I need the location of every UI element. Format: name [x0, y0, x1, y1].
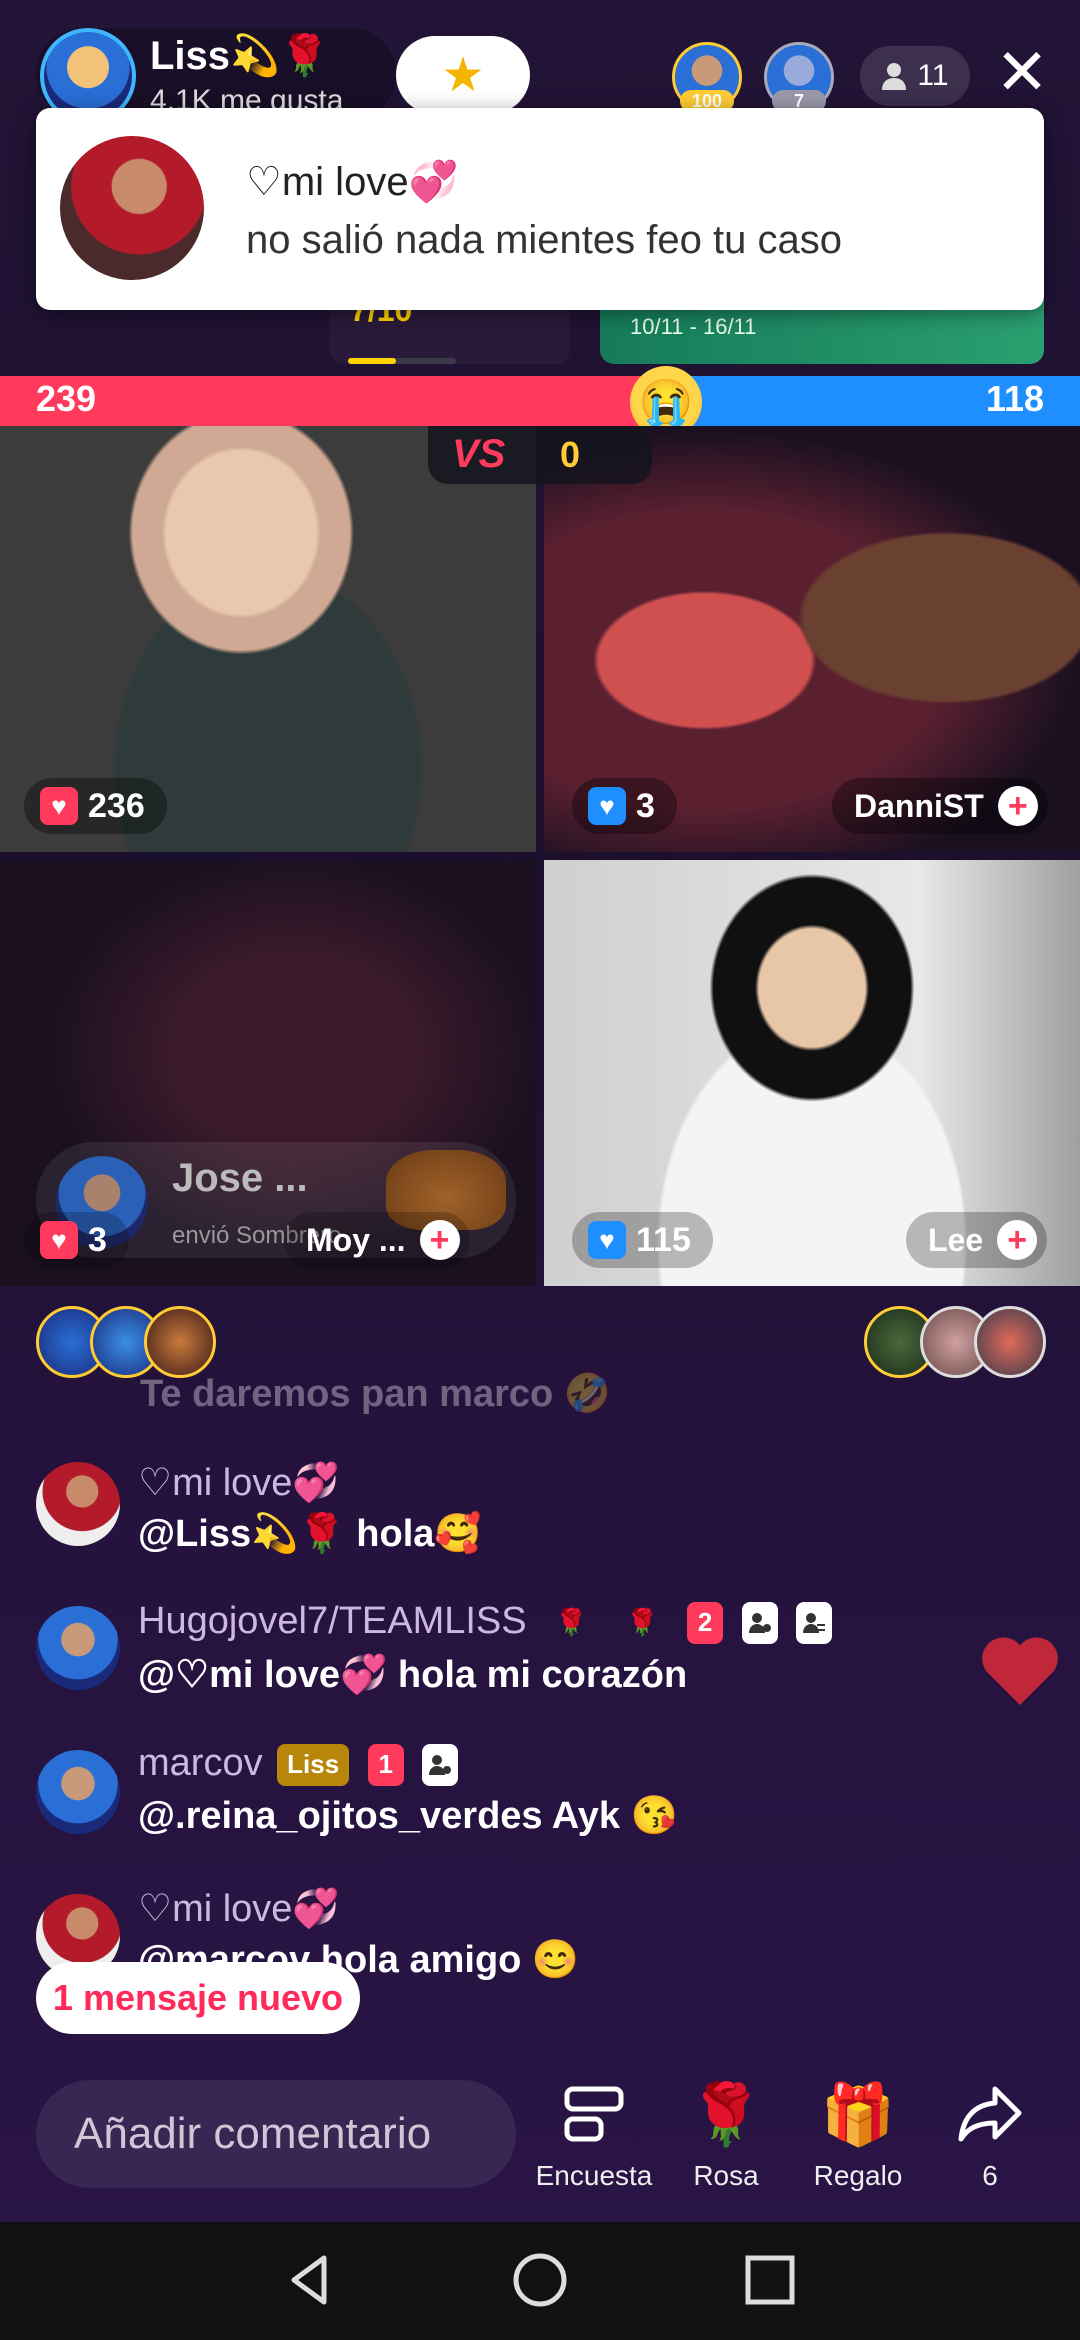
chat-username-row: marcov Liss 1 [138, 1742, 459, 1786]
chat-username-row: Hugojovel7/TEAMLISS 🌹 🌹 2 [138, 1600, 833, 1644]
team-avatar-6[interactable] [974, 1306, 1046, 1378]
friend-icon [796, 1601, 833, 1644]
new-messages-button[interactable]: 1 mensaje nuevo [36, 1962, 360, 2034]
person-icon [882, 63, 907, 90]
comment-input[interactable]: Añadir comentario [36, 2080, 516, 2188]
tile-4-name-chip[interactable]: Lee + [906, 1212, 1048, 1268]
follow-plus-icon[interactable]: + [997, 786, 1038, 826]
system-navigation-bar [0, 2222, 1080, 2340]
back-icon[interactable] [280, 2250, 340, 2310]
rank-badge: 1 [367, 1743, 404, 1786]
poll-icon [534, 2078, 654, 2150]
follow-plus-icon[interactable]: + [997, 1220, 1038, 1260]
rose-badge: 🌹 [555, 1607, 588, 1638]
notification-avatar [60, 136, 204, 280]
rose-icon: 🌹 [688, 2080, 764, 2148]
poll-button[interactable]: Encuesta [534, 2078, 654, 2192]
chat-avatar[interactable] [36, 1462, 120, 1546]
chat-faded-message: Te daremos pan marco 🤣 [140, 1373, 612, 1415]
battle-score-left: 239 [36, 378, 97, 419]
host-name[interactable]: Liss💫🌹 [150, 32, 330, 79]
message-notification[interactable]: ♡mi love💞 no salió nada mientes feo tu c… [36, 108, 1044, 310]
fan-club-badge: Liss [277, 1743, 350, 1786]
chat-username[interactable]: ♡mi love💞 [138, 1886, 340, 1931]
follow-plus-icon[interactable]: + [419, 1220, 460, 1260]
gift-box-icon: ♥ [40, 1221, 78, 1259]
moderator-icon [422, 1743, 459, 1786]
live-stream-screen: { "header": { "host_name": "Liss💫🌹", "ho… [0, 0, 1080, 2340]
close-icon[interactable]: ✕ [990, 40, 1054, 104]
notification-text: no salió nada mientes feo tu caso [246, 218, 842, 262]
gift-label: Regalo [813, 2160, 903, 2191]
rank-badge: 2 [687, 1601, 724, 1644]
widget-page-indicator-active [348, 358, 396, 364]
recents-icon[interactable] [740, 2250, 800, 2310]
notification-user: ♡mi love💞 [246, 160, 459, 204]
gift-sender-name: Jose ... [172, 1156, 308, 1200]
tile-1-gift-count: 236 [88, 786, 145, 825]
tile-2-gift-chip[interactable]: ♥ 3 [572, 778, 677, 834]
gift-box-icon: ♥ [40, 787, 78, 825]
tile-2-name-chip[interactable]: DanniST + [832, 778, 1048, 834]
vs-count: 0 [560, 434, 581, 475]
tile-4-name: Lee [928, 1221, 984, 1258]
vs-label: VS [452, 432, 506, 476]
poll-label: Encuesta [535, 2160, 653, 2191]
viewer-count: 11 [917, 59, 949, 92]
share-arrow-icon [930, 2078, 1050, 2150]
gift-box-icon: ♥ [588, 1221, 626, 1259]
home-icon[interactable] [510, 2250, 570, 2310]
battle-score-right: 118 [986, 378, 1045, 419]
battle-bar-left [0, 376, 690, 426]
chat-text: @♡mi love💞 hola mi corazón [138, 1654, 688, 1696]
tile-3-gift-count: 3 [88, 1220, 107, 1259]
moderator-icon [741, 1601, 778, 1644]
chat-username[interactable]: ♡mi love💞 [138, 1460, 340, 1505]
rose-badge: 🌹 [626, 1607, 659, 1638]
viewer-count-button[interactable]: 11 [860, 46, 970, 106]
tile-2-name: DanniST [854, 787, 984, 824]
chat-avatar[interactable] [36, 1750, 120, 1834]
tile-3-name-chip[interactable]: Moy ... + [284, 1212, 470, 1268]
tile-2-gift-count: 3 [636, 786, 655, 825]
rose-label: Rosa [693, 2160, 759, 2191]
star-icon: ★ [441, 49, 485, 102]
chat-username[interactable]: marcov [138, 1742, 263, 1784]
share-button[interactable]: 6 [930, 2078, 1050, 2192]
chat-text: @Liss💫🌹 hola🥰 [138, 1513, 482, 1555]
tile-4-gift-chip[interactable]: ♥ 115 [572, 1212, 713, 1268]
heart-icon [982, 1637, 1058, 1705]
gift-box-icon: ♥ [588, 787, 626, 825]
tile-4-gift-count: 115 [636, 1220, 691, 1259]
promo-banner-date: 10/11 - 16/11 [630, 314, 757, 339]
favorite-star-button[interactable]: ★ [396, 36, 530, 114]
gift-icon: 🎁 [820, 2080, 896, 2148]
team-avatar-3[interactable] [144, 1306, 216, 1378]
chat-avatar[interactable] [36, 1606, 120, 1690]
tile-3-gift-chip[interactable]: ♥ 3 [24, 1212, 129, 1268]
tile-3-name: Moy ... [306, 1221, 406, 1258]
chat-username[interactable]: Hugojovel7/TEAMLISS [138, 1600, 527, 1642]
tile-1-gift-chip[interactable]: ♥ 236 [24, 778, 167, 834]
rose-button[interactable]: 🌹 Rosa [666, 2078, 786, 2192]
share-count: 6 [982, 2160, 998, 2191]
gift-button[interactable]: 🎁 Regalo [798, 2078, 918, 2192]
chat-text: @.reina_ojitos_verdes Ayk 😘 [138, 1795, 678, 1837]
